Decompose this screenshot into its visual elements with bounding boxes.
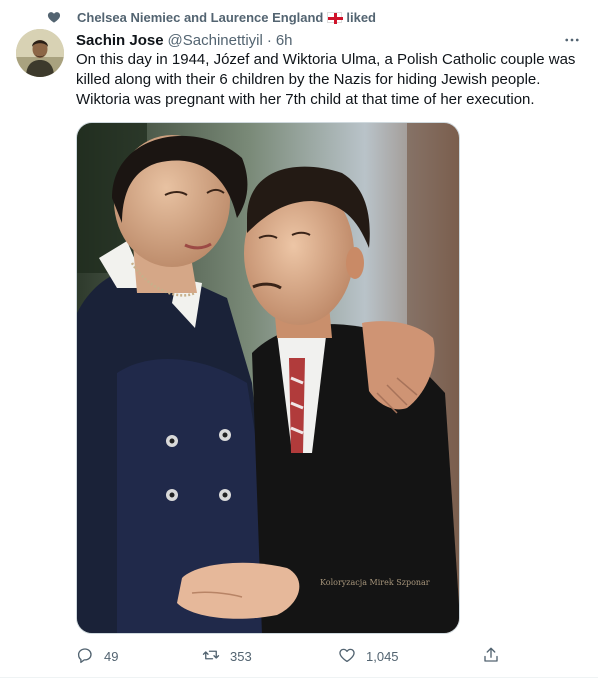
- more-options-icon[interactable]: [562, 30, 582, 50]
- author-name[interactable]: Sachin Jose: [76, 32, 164, 49]
- liked-by-names[interactable]: Chelsea Niemiec and Laurence England: [77, 10, 323, 25]
- tweet-text: On this day in 1944, Józef and Wiktoria …: [76, 51, 576, 108]
- retweet-button[interactable]: 353: [202, 646, 252, 666]
- liked-label: liked: [346, 9, 376, 25]
- tweet-header: Sachin Jose @Sachinettiyil · 6h: [76, 30, 582, 50]
- avatar[interactable]: [16, 29, 64, 77]
- like-count: 1,045: [366, 648, 399, 664]
- heart-icon: [47, 10, 61, 24]
- like-button[interactable]: 1,045: [338, 646, 399, 666]
- author-handle[interactable]: @Sachinettiyil: [168, 32, 263, 49]
- tweet-actions: 49 353 1,045: [76, 646, 506, 666]
- retweet-icon: [202, 646, 220, 667]
- reply-button[interactable]: 49: [76, 646, 118, 666]
- photo-watermark: Koloryzacja Mirek Szponar: [320, 578, 430, 587]
- tweet[interactable]: Chelsea Niemiec and Laurence England lik…: [0, 0, 598, 678]
- share-button[interactable]: [482, 646, 500, 666]
- reply-icon: [76, 646, 94, 667]
- retweet-count: 353: [230, 648, 252, 664]
- social-context: Chelsea Niemiec and Laurence England lik…: [47, 8, 376, 26]
- separator-dot: ·: [266, 31, 272, 49]
- like-heart-icon: [338, 646, 356, 667]
- tweet-photo[interactable]: Koloryzacja Mirek Szponar: [76, 122, 460, 634]
- reply-count: 49: [104, 648, 119, 664]
- england-flag-icon: [327, 11, 344, 24]
- share-icon: [482, 646, 500, 667]
- tweet-time[interactable]: 6h: [276, 32, 293, 49]
